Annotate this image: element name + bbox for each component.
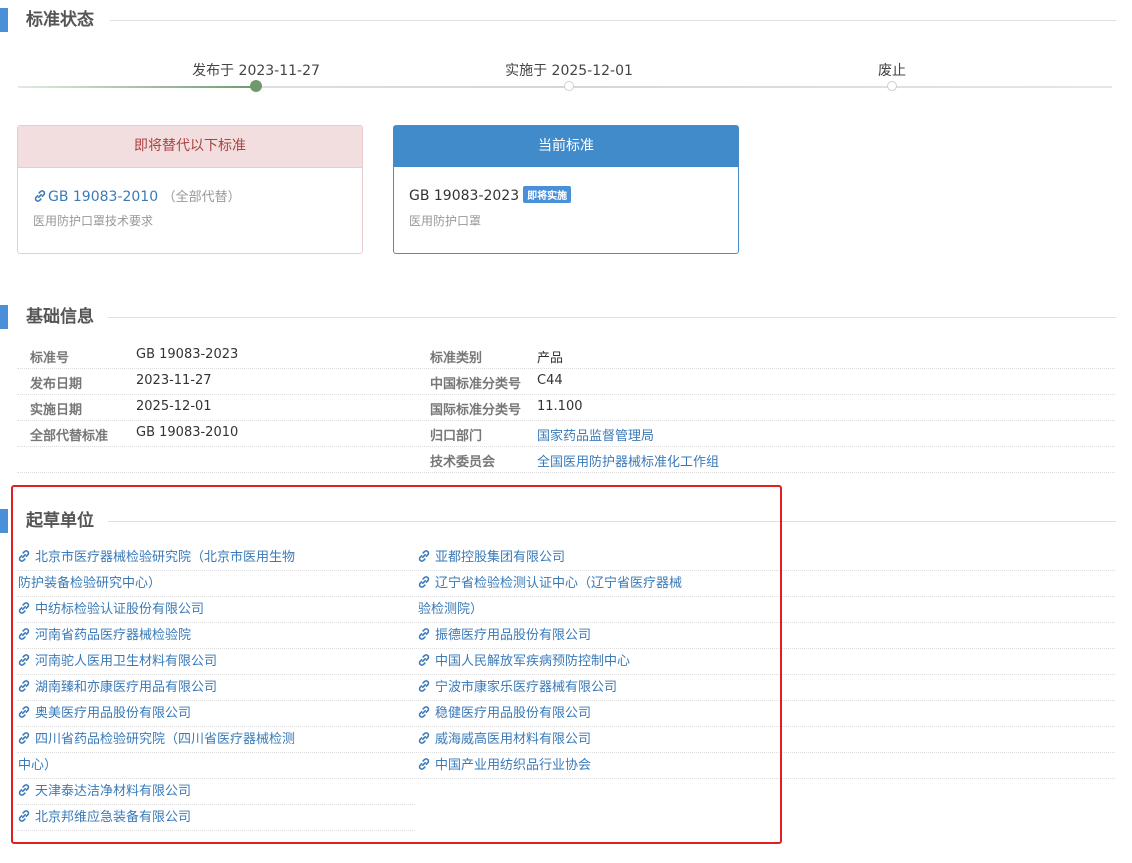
info-label: 发布日期 [30, 377, 83, 392]
replaced-standard-code: GB 19083-2010 [48, 189, 159, 205]
section-accent-bar [0, 509, 8, 533]
section-accent-bar [0, 8, 8, 32]
replaced-standard-row: GB 19083-2010 （全部代替） [33, 186, 241, 205]
info-row: 技术委员会 全国医用防护器械标准化工作组 [17, 447, 1115, 473]
section-divider [110, 20, 1116, 21]
timeline-label-published: 发布于 2023-11-27 [192, 63, 320, 79]
info-label: 归口部门 [430, 429, 483, 444]
info-value: GB 19083-2023 [136, 347, 239, 362]
info-label: 标准号 [30, 351, 70, 366]
info-value: 2023-11-27 [136, 373, 212, 388]
section-title-status: 标准状态 [26, 10, 94, 30]
info-value: 2025-12-01 [136, 399, 212, 414]
timeline-label-abolished: 废止 [878, 63, 906, 79]
info-value: 产品 [537, 351, 564, 366]
current-standard-name: 医用防护口罩 [409, 214, 482, 228]
replaced-standard-link[interactable]: GB 19083-2010 [33, 189, 163, 205]
current-standard-card: 当前标准 GB 19083-2023 即将实施 医用防护口罩 [393, 125, 739, 254]
info-row: 实施日期 2025-12-01 国际标准分类号 11.100 [17, 395, 1115, 421]
committee-link[interactable]: 全国医用防护器械标准化工作组 [537, 451, 719, 470]
info-label: 实施日期 [30, 403, 83, 418]
dept-link[interactable]: 国家药品监督管理局 [537, 425, 654, 444]
info-label: 全部代替标准 [30, 429, 109, 444]
replaced-standard-note: （全部代替） [162, 190, 241, 205]
timeline-dot-implemented [564, 81, 574, 91]
info-label: 技术委员会 [430, 455, 496, 470]
info-value: C44 [537, 373, 563, 388]
timeline-progress [18, 86, 256, 88]
info-label: 标准类别 [430, 351, 483, 366]
highlight-box [11, 485, 782, 844]
status-badge: 即将实施 [523, 186, 572, 203]
current-standard-row: GB 19083-2023 即将实施 [409, 186, 572, 204]
replaced-standard-name: 医用防护口罩技术要求 [33, 214, 154, 228]
link-icon [34, 190, 46, 202]
info-row: 标准号 GB 19083-2023 标准类别 产品 [17, 343, 1115, 369]
timeline-label-implemented: 实施于 2025-12-01 [505, 63, 633, 79]
replaced-standard-card: 即将替代以下标准 GB 19083-2010 （全部代替） 医用防护口罩技术要求 [17, 125, 363, 254]
info-row: 发布日期 2023-11-27 中国标准分类号 C44 [17, 369, 1115, 395]
section-header-basic: 基础信息 [0, 305, 1116, 329]
section-title-basic: 基础信息 [26, 307, 94, 327]
current-standard-code: GB 19083-2023 [409, 188, 520, 204]
info-value: GB 19083-2010 [136, 425, 239, 440]
section-accent-bar [0, 305, 8, 329]
info-label: 中国标准分类号 [430, 377, 522, 392]
section-header-status: 标准状态 [0, 8, 1116, 32]
current-card-header: 当前标准 [394, 126, 738, 167]
timeline-dot-published [250, 80, 262, 92]
info-value: 11.100 [537, 399, 583, 414]
timeline-dot-abolished [887, 81, 897, 91]
section-divider [108, 317, 1116, 318]
info-row: 全部代替标准 GB 19083-2010 归口部门 国家药品监督管理局 [17, 421, 1115, 447]
info-label: 国际标准分类号 [430, 403, 522, 418]
replaced-card-header: 即将替代以下标准 [18, 126, 362, 168]
